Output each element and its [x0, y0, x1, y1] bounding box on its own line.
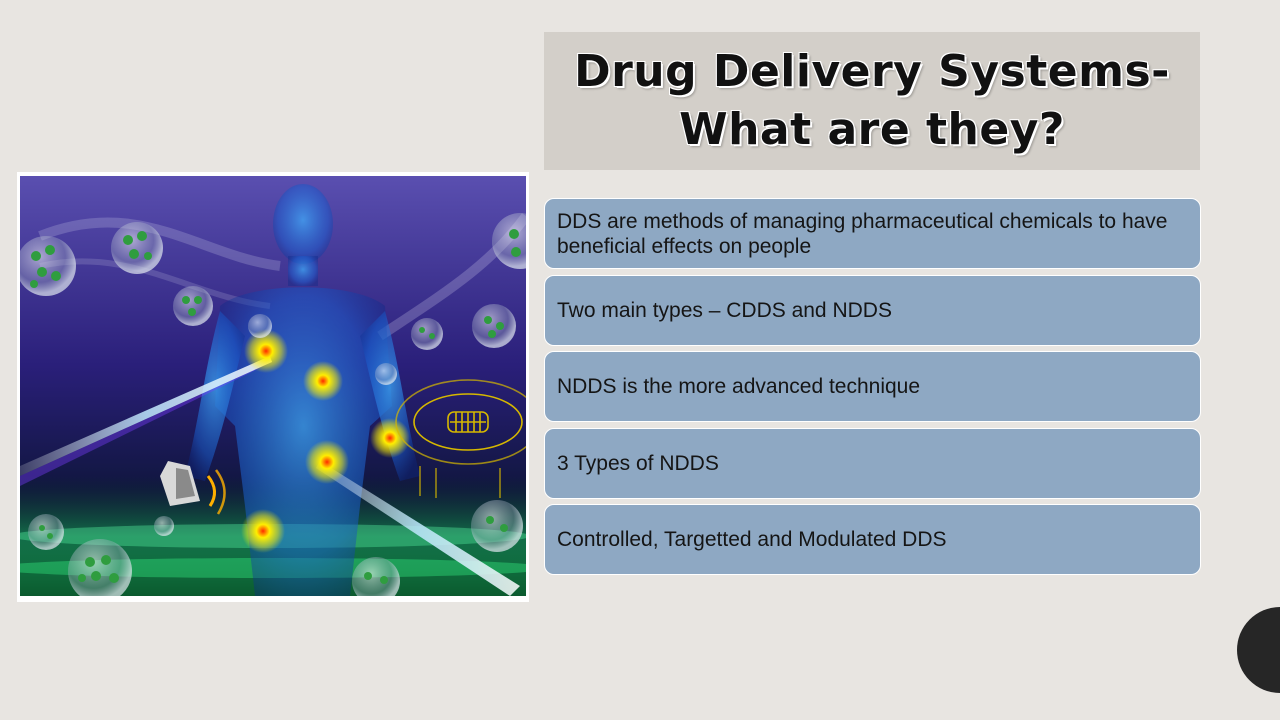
list-item: Controlled, Targetted and Modulated DDS — [544, 504, 1201, 575]
list-item-text: DDS are methods of managing pharmaceutic… — [557, 209, 1168, 258]
title-line-1: Drug Delivery Systems- — [574, 46, 1170, 97]
list-item-text: NDDS is the more advanced technique — [557, 375, 921, 398]
list-item: NDDS is the more advanced technique — [544, 351, 1201, 422]
list-item-text: Two main types – CDDS and NDDS — [557, 298, 892, 322]
list-item: DDS are methods of managing pharmaceutic… — [544, 198, 1201, 269]
list-item: 3 Types of NDDS — [544, 427, 1201, 499]
list-item: Two main types – CDDS and NDDS — [544, 274, 1201, 346]
decorative-circle — [1237, 607, 1280, 693]
list-item-text: Controlled, Targetted and Modulated DDS — [557, 528, 947, 551]
slide-title: Drug Delivery Systems- What are they? — [574, 43, 1170, 159]
list-item-text: 3 Types of NDDS — [557, 451, 719, 475]
human-body-nanoparticle-image — [20, 176, 526, 596]
bullet-list: DDS are methods of managing pharmaceutic… — [544, 198, 1201, 581]
title-box: Drug Delivery Systems- What are they? — [544, 32, 1200, 170]
title-line-2: What are they? — [679, 104, 1065, 155]
drug-delivery-illustration — [17, 172, 529, 602]
slide: Drug Delivery Systems- What are they? DD… — [0, 0, 1280, 720]
